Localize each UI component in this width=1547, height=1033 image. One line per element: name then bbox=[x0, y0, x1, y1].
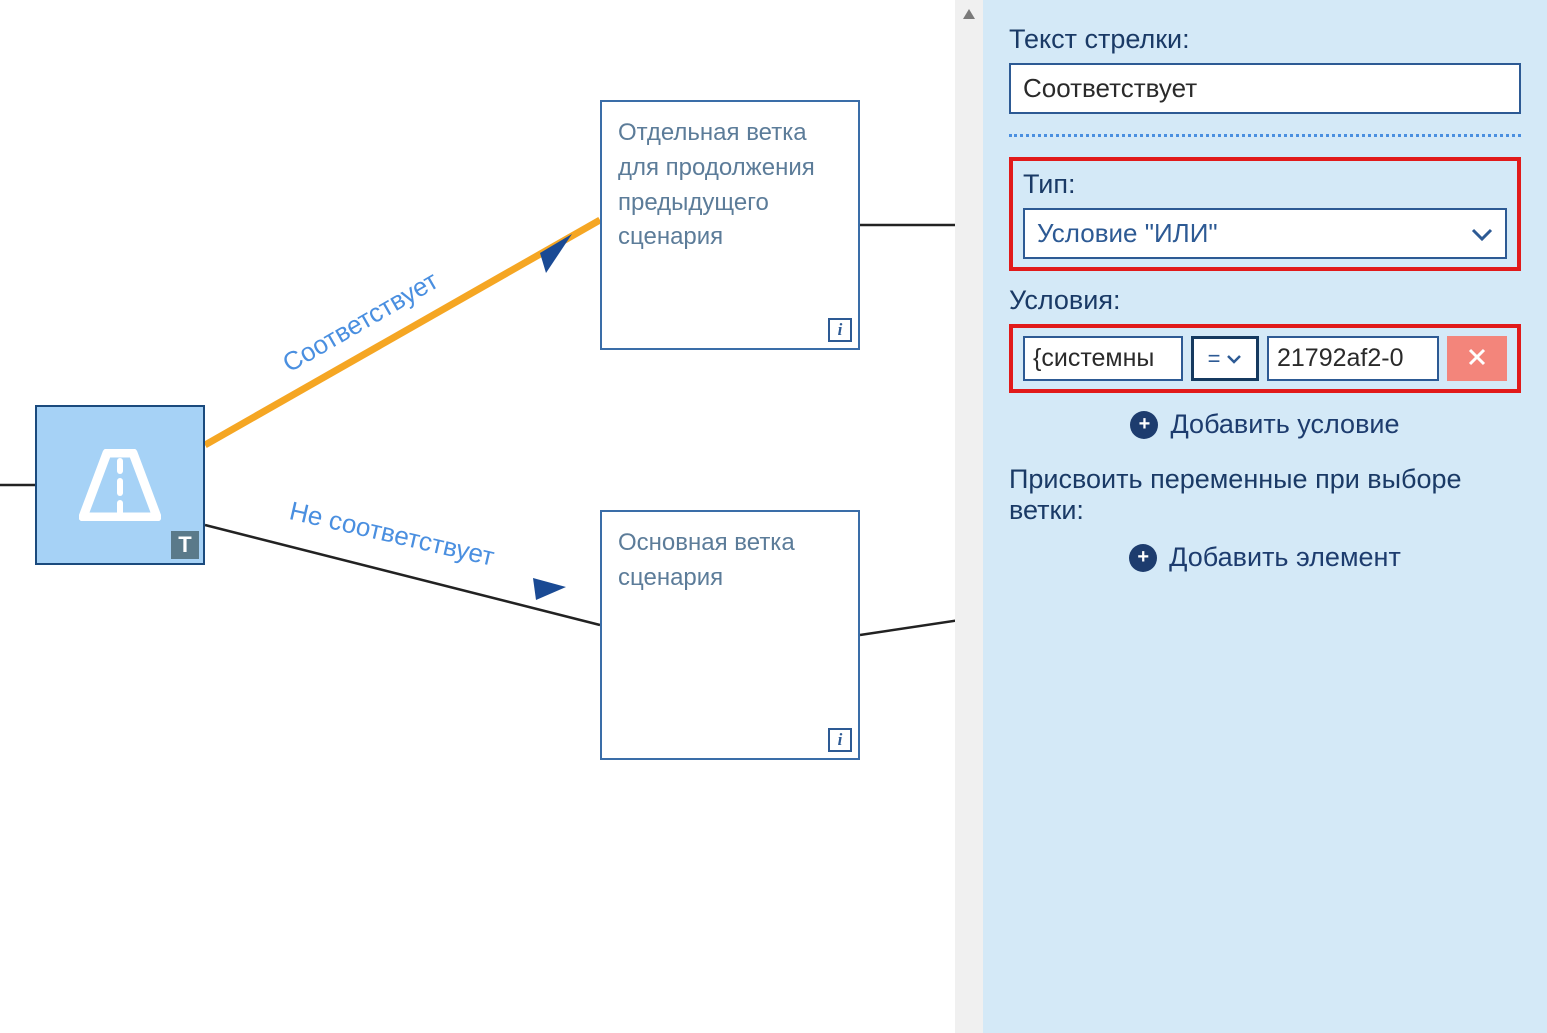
edge-label-top[interactable]: Соответствует bbox=[277, 265, 443, 379]
arrow-text-input[interactable] bbox=[1009, 63, 1521, 114]
add-condition-button[interactable]: + Добавить условие bbox=[1009, 409, 1521, 440]
vertical-scrollbar[interactable] bbox=[955, 0, 983, 1033]
conditions-label: Условия: bbox=[1009, 285, 1521, 316]
condition-operator-select[interactable]: = bbox=[1191, 336, 1259, 381]
close-icon bbox=[1468, 346, 1486, 372]
start-node[interactable]: T bbox=[35, 405, 205, 565]
assign-vars-label: Присвоить переменные при выборе ветки: bbox=[1009, 464, 1521, 526]
properties-panel: Текст стрелки: Тип: Условие "ИЛИ" Услови… bbox=[983, 0, 1547, 1033]
plus-circle-icon: + bbox=[1129, 544, 1157, 572]
add-element-button[interactable]: + Добавить элемент bbox=[1009, 542, 1521, 573]
condition-row-highlight: {системны = 21792af2-0 bbox=[1009, 324, 1521, 393]
plus-circle-icon: + bbox=[1130, 411, 1158, 439]
branch-node-top[interactable]: Отдельная ветка для продолжения предыдущ… bbox=[600, 100, 860, 350]
add-element-label: Добавить элемент bbox=[1169, 542, 1401, 573]
type-select-value: Условие "ИЛИ" bbox=[1037, 218, 1471, 249]
chevron-down-icon bbox=[1226, 354, 1242, 364]
condition-right-input[interactable]: 21792af2-0 bbox=[1267, 336, 1439, 381]
node-type-badge: T bbox=[171, 531, 199, 559]
info-icon[interactable]: i bbox=[828, 728, 852, 752]
scroll-up-icon[interactable] bbox=[955, 0, 983, 28]
branch-node-bottom[interactable]: Основная ветка сценария i bbox=[600, 510, 860, 760]
type-label: Тип: bbox=[1023, 169, 1507, 200]
section-divider bbox=[1009, 134, 1521, 137]
info-icon[interactable]: i bbox=[828, 318, 852, 342]
condition-operator-value: = bbox=[1208, 346, 1221, 372]
road-icon bbox=[79, 449, 161, 521]
diagram-canvas[interactable]: T Соответствует Не соответствует Отдельн… bbox=[0, 0, 955, 1033]
edge-label-bottom[interactable]: Не соответствует bbox=[287, 495, 498, 572]
type-select[interactable]: Условие "ИЛИ" bbox=[1023, 208, 1507, 259]
type-section-highlight: Тип: Условие "ИЛИ" bbox=[1009, 157, 1521, 271]
chevron-down-icon bbox=[1471, 218, 1493, 249]
delete-condition-button[interactable] bbox=[1447, 336, 1507, 381]
branch-top-text: Отдельная ветка для продолжения предыдущ… bbox=[618, 119, 815, 250]
arrow-text-label: Текст стрелки: bbox=[1009, 24, 1521, 55]
condition-left-input[interactable]: {системны bbox=[1023, 336, 1183, 381]
branch-bottom-text: Основная ветка сценария bbox=[618, 529, 795, 591]
add-condition-label: Добавить условие bbox=[1170, 409, 1399, 440]
condition-row: {системны = 21792af2-0 bbox=[1023, 336, 1507, 381]
